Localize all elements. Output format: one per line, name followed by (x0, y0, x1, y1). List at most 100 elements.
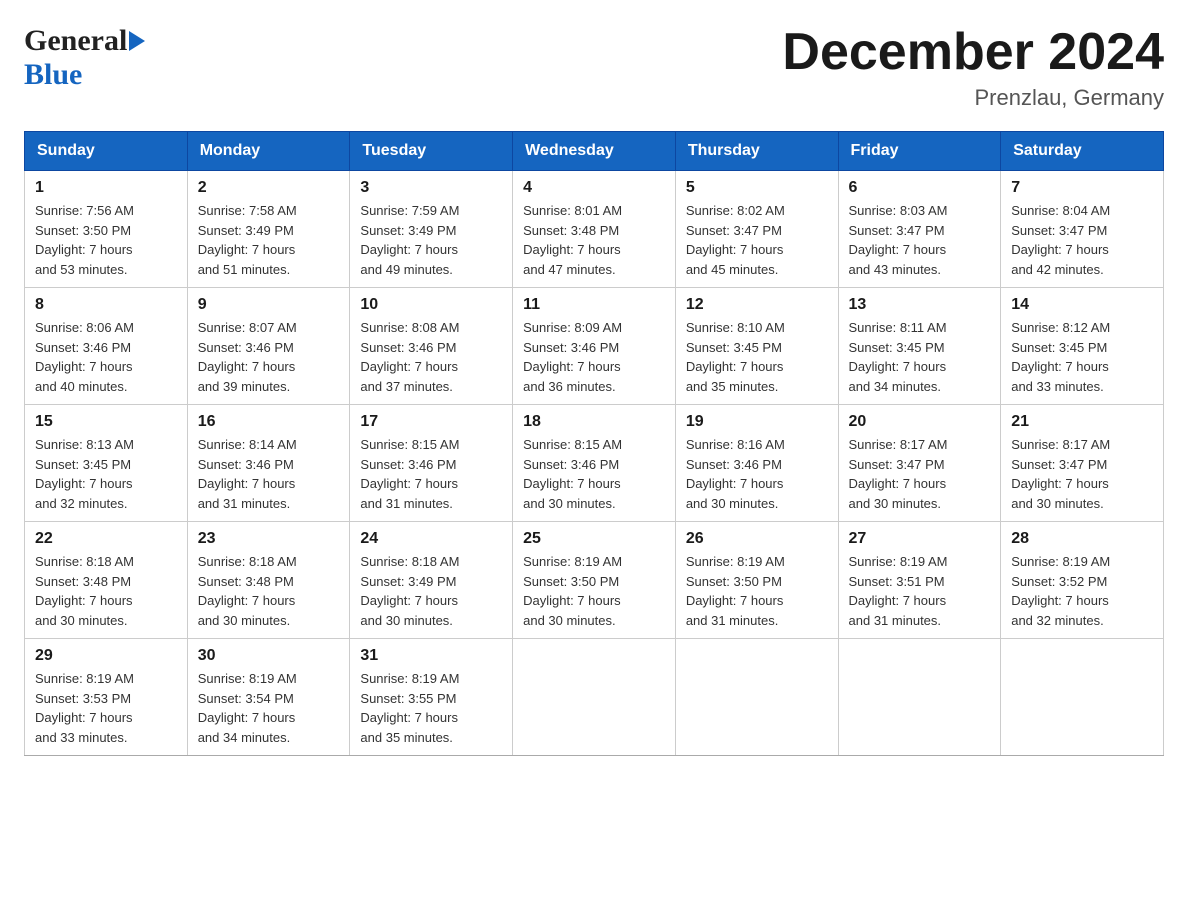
day-number: 22 (35, 530, 177, 548)
day-info: Sunrise: 8:15 AMSunset: 3:46 PMDaylight:… (523, 435, 665, 513)
day-number: 21 (1011, 413, 1153, 431)
week-row-2: 8 Sunrise: 8:06 AMSunset: 3:46 PMDaylight… (25, 288, 1164, 405)
day-number: 1 (35, 179, 177, 197)
day-info: Sunrise: 8:02 AMSunset: 3:47 PMDaylight:… (686, 201, 828, 279)
day-info: Sunrise: 8:18 AMSunset: 3:49 PMDaylight:… (360, 552, 502, 630)
week-row-5: 29 Sunrise: 8:19 AMSunset: 3:53 PMDayligh… (25, 639, 1164, 756)
calendar-cell: 18 Sunrise: 8:15 AMSunset: 3:46 PMDayligh… (513, 405, 676, 522)
calendar-cell: 26 Sunrise: 8:19 AMSunset: 3:50 PMDayligh… (675, 522, 838, 639)
day-info: Sunrise: 8:16 AMSunset: 3:46 PMDaylight:… (686, 435, 828, 513)
day-info: Sunrise: 8:19 AMSunset: 3:51 PMDaylight:… (849, 552, 991, 630)
day-number: 12 (686, 296, 828, 314)
calendar-cell: 17 Sunrise: 8:15 AMSunset: 3:46 PMDayligh… (350, 405, 513, 522)
day-info: Sunrise: 8:13 AMSunset: 3:45 PMDaylight:… (35, 435, 177, 513)
calendar-cell: 20Sunrise: 8:17 AMSunset: 3:47 PMDayligh… (838, 405, 1001, 522)
calendar-cell: 1Sunrise: 7:56 AMSunset: 3:50 PMDaylight… (25, 171, 188, 288)
day-number: 29 (35, 647, 177, 665)
logo-blue-text: Blue (24, 58, 82, 91)
calendar-cell (838, 639, 1001, 756)
calendar-cell (675, 639, 838, 756)
day-info: Sunrise: 8:19 AMSunset: 3:55 PMDaylight:… (360, 669, 502, 747)
day-number: 27 (849, 530, 991, 548)
calendar-cell: 3Sunrise: 7:59 AMSunset: 3:49 PMDaylight… (350, 171, 513, 288)
weekday-header-saturday: Saturday (1001, 132, 1164, 171)
day-number: 25 (523, 530, 665, 548)
day-number: 4 (523, 179, 665, 197)
calendar-cell: 13Sunrise: 8:11 AMSunset: 3:45 PMDayligh… (838, 288, 1001, 405)
weekday-header-wednesday: Wednesday (513, 132, 676, 171)
day-number: 14 (1011, 296, 1153, 314)
weekday-header-tuesday: Tuesday (350, 132, 513, 171)
day-number: 16 (198, 413, 340, 431)
calendar-cell: 11 Sunrise: 8:09 AMSunset: 3:46 PMDayligh… (513, 288, 676, 405)
day-info: Sunrise: 8:17 AMSunset: 3:47 PMDaylight:… (1011, 435, 1153, 513)
week-row-1: 1Sunrise: 7:56 AMSunset: 3:50 PMDaylight… (25, 171, 1164, 288)
weekday-header-sunday: Sunday (25, 132, 188, 171)
weekday-header-monday: Monday (187, 132, 350, 171)
logo: General Blue (24, 24, 147, 92)
calendar-cell: 2 Sunrise: 7:58 AMSunset: 3:49 PMDaylight… (187, 171, 350, 288)
calendar-table: SundayMondayTuesdayWednesdayThursdayFrid… (24, 131, 1164, 756)
calendar-cell: 19 Sunrise: 8:16 AMSunset: 3:46 PMDayligh… (675, 405, 838, 522)
day-info: Sunrise: 8:03 AMSunset: 3:47 PMDaylight:… (849, 201, 991, 279)
day-info: Sunrise: 8:19 AMSunset: 3:52 PMDaylight:… (1011, 552, 1153, 630)
page-header: General Blue December 2024 Prenzlau, Ger… (24, 24, 1164, 111)
day-info: Sunrise: 8:06 AMSunset: 3:46 PMDaylight:… (35, 318, 177, 396)
day-info: Sunrise: 8:14 AMSunset: 3:46 PMDaylight:… (198, 435, 340, 513)
week-row-3: 15 Sunrise: 8:13 AMSunset: 3:45 PMDayligh… (25, 405, 1164, 522)
day-info: Sunrise: 8:18 AMSunset: 3:48 PMDaylight:… (198, 552, 340, 630)
day-number: 2 (198, 179, 340, 197)
day-info: Sunrise: 8:19 AMSunset: 3:50 PMDaylight:… (523, 552, 665, 630)
day-number: 23 (198, 530, 340, 548)
calendar-cell: 25 Sunrise: 8:19 AMSunset: 3:50 PMDayligh… (513, 522, 676, 639)
day-info: Sunrise: 8:09 AMSunset: 3:46 PMDaylight:… (523, 318, 665, 396)
day-info: Sunrise: 8:12 AMSunset: 3:45 PMDaylight:… (1011, 318, 1153, 396)
day-number: 3 (360, 179, 502, 197)
calendar-cell: 24 Sunrise: 8:18 AMSunset: 3:49 PMDayligh… (350, 522, 513, 639)
calendar-cell: 16 Sunrise: 8:14 AMSunset: 3:46 PMDayligh… (187, 405, 350, 522)
day-info: Sunrise: 8:19 AMSunset: 3:54 PMDaylight:… (198, 669, 340, 747)
day-info: Sunrise: 8:08 AMSunset: 3:46 PMDaylight:… (360, 318, 502, 396)
calendar-cell: 12 Sunrise: 8:10 AMSunset: 3:45 PMDayligh… (675, 288, 838, 405)
day-number: 31 (360, 647, 502, 665)
day-number: 8 (35, 296, 177, 314)
calendar-cell: 14 Sunrise: 8:12 AMSunset: 3:45 PMDayligh… (1001, 288, 1164, 405)
month-title: December 2024 (782, 24, 1164, 81)
day-number: 18 (523, 413, 665, 431)
day-number: 24 (360, 530, 502, 548)
calendar-cell: 30Sunrise: 8:19 AMSunset: 3:54 PMDayligh… (187, 639, 350, 756)
calendar-cell: 5 Sunrise: 8:02 AMSunset: 3:47 PMDaylight… (675, 171, 838, 288)
calendar-cell: 28Sunrise: 8:19 AMSunset: 3:52 PMDayligh… (1001, 522, 1164, 639)
day-info: Sunrise: 8:18 AMSunset: 3:48 PMDaylight:… (35, 552, 177, 630)
day-info: Sunrise: 8:10 AMSunset: 3:45 PMDaylight:… (686, 318, 828, 396)
calendar-cell: 7Sunrise: 8:04 AMSunset: 3:47 PMDaylight… (1001, 171, 1164, 288)
calendar-cell: 21 Sunrise: 8:17 AMSunset: 3:47 PMDayligh… (1001, 405, 1164, 522)
weekday-header-row: SundayMondayTuesdayWednesdayThursdayFrid… (25, 132, 1164, 171)
day-number: 5 (686, 179, 828, 197)
day-number: 19 (686, 413, 828, 431)
day-number: 15 (35, 413, 177, 431)
day-info: Sunrise: 7:58 AMSunset: 3:49 PMDaylight:… (198, 201, 340, 279)
day-info: Sunrise: 8:19 AMSunset: 3:53 PMDaylight:… (35, 669, 177, 747)
day-info: Sunrise: 8:01 AMSunset: 3:48 PMDaylight:… (523, 201, 665, 279)
day-info: Sunrise: 8:04 AMSunset: 3:47 PMDaylight:… (1011, 201, 1153, 279)
day-number: 17 (360, 413, 502, 431)
day-info: Sunrise: 8:15 AMSunset: 3:46 PMDaylight:… (360, 435, 502, 513)
location-text: Prenzlau, Germany (782, 85, 1164, 111)
calendar-cell: 10Sunrise: 8:08 AMSunset: 3:46 PMDayligh… (350, 288, 513, 405)
day-number: 11 (523, 296, 665, 314)
day-info: Sunrise: 8:19 AMSunset: 3:50 PMDaylight:… (686, 552, 828, 630)
day-info: Sunrise: 8:17 AMSunset: 3:47 PMDaylight:… (849, 435, 991, 513)
calendar-cell: 23 Sunrise: 8:18 AMSunset: 3:48 PMDayligh… (187, 522, 350, 639)
calendar-cell: 15 Sunrise: 8:13 AMSunset: 3:45 PMDayligh… (25, 405, 188, 522)
day-number: 26 (686, 530, 828, 548)
day-number: 13 (849, 296, 991, 314)
weekday-header-friday: Friday (838, 132, 1001, 171)
logo-arrow-icon (129, 31, 145, 51)
title-block: December 2024 Prenzlau, Germany (782, 24, 1164, 111)
calendar-cell: 27 Sunrise: 8:19 AMSunset: 3:51 PMDayligh… (838, 522, 1001, 639)
calendar-cell: 22 Sunrise: 8:18 AMSunset: 3:48 PMDayligh… (25, 522, 188, 639)
weekday-header-thursday: Thursday (675, 132, 838, 171)
week-row-4: 22 Sunrise: 8:18 AMSunset: 3:48 PMDayligh… (25, 522, 1164, 639)
calendar-cell: 29 Sunrise: 8:19 AMSunset: 3:53 PMDayligh… (25, 639, 188, 756)
